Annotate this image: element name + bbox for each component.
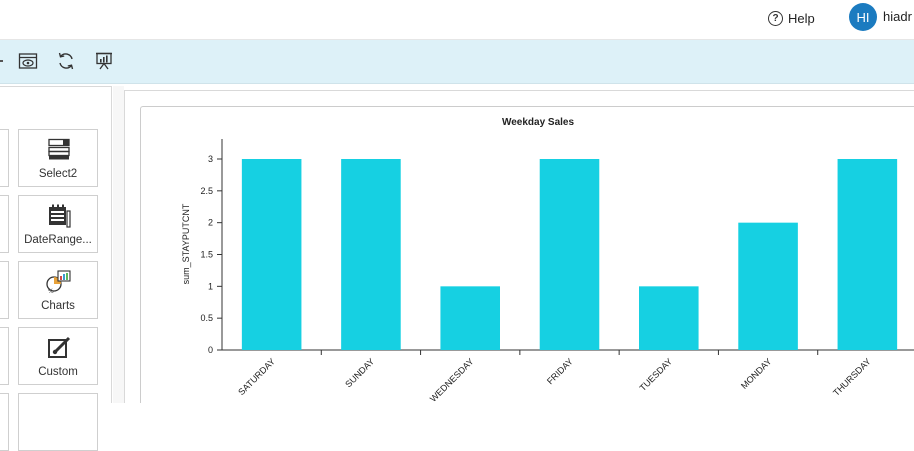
widget-stub[interactable] xyxy=(0,129,9,187)
bar-saturday xyxy=(241,159,302,350)
bar-wednesday xyxy=(440,286,500,350)
y-tick-label: 1.5 xyxy=(200,250,213,260)
widget-custom[interactable]: Custom xyxy=(18,327,98,385)
x-tick-label: SUNDAY xyxy=(343,356,376,389)
widget-daterange[interactable]: DateRange... xyxy=(18,195,98,253)
presentation-chart-icon xyxy=(96,52,112,70)
widget-label: Select2 xyxy=(38,168,78,180)
bar-tuesday xyxy=(639,286,699,350)
y-tick-label: 2 xyxy=(208,218,213,228)
y-tick-label: 1 xyxy=(208,281,213,291)
avatar-initials: HI xyxy=(856,9,870,25)
widget-charts[interactable]: % Charts xyxy=(18,261,98,319)
widget-select2[interactable]: Select2 xyxy=(18,129,98,187)
x-tick-label: WEDNESDAY xyxy=(428,356,476,404)
user-avatar[interactable]: HI xyxy=(849,3,877,31)
y-tick-label: 3 xyxy=(208,154,213,164)
widget-stub[interactable] xyxy=(0,393,9,451)
widget-more[interactable] xyxy=(18,393,98,451)
preview-icon xyxy=(18,53,38,69)
charts-icon: % xyxy=(44,268,74,296)
preview-button[interactable] xyxy=(17,50,39,72)
help-label: Help xyxy=(788,10,815,26)
chart-title: Weekday Sales xyxy=(502,117,575,128)
widget-stub[interactable] xyxy=(0,327,9,385)
refresh-icon xyxy=(58,52,74,70)
x-tick-label: TUESDAY xyxy=(638,356,675,393)
bar-friday xyxy=(539,159,600,350)
x-tick-label: SATURDAY xyxy=(236,356,277,397)
y-tick-label: 0.5 xyxy=(200,313,213,323)
widget-stub[interactable] xyxy=(0,195,9,253)
chart-panel[interactable]: Weekday Sales sum_STAYPUTCNT 0 0.5 1 1.5 2 2.… xyxy=(140,106,914,404)
question-circle-icon: ? xyxy=(768,10,783,26)
y-axis-label: sum_STAYPUTCNT xyxy=(181,203,191,284)
date-range-icon xyxy=(44,202,74,230)
y-tick-label: 2.5 xyxy=(200,186,213,196)
svg-text:%: % xyxy=(48,288,54,295)
custom-edit-icon xyxy=(44,334,74,362)
widget-stub[interactable] xyxy=(0,261,9,319)
select-list-icon xyxy=(44,136,74,164)
x-tick-label: FRIDAY xyxy=(545,356,575,386)
toolbar xyxy=(0,40,914,84)
widget-label: DateRange... xyxy=(24,234,92,246)
toolbar-cut-icon xyxy=(0,60,3,62)
bar-sunday xyxy=(341,159,401,350)
bar-monday xyxy=(738,222,798,350)
top-header: ? Help HI hiadr xyxy=(0,0,914,40)
widget-label: Custom xyxy=(38,366,78,378)
x-tick-label: THURSDAY xyxy=(831,356,873,398)
help-link[interactable]: ? Help xyxy=(768,8,815,28)
x-tick-label: MONDAY xyxy=(739,356,774,391)
presentation-button[interactable] xyxy=(93,50,115,72)
panel-gutter xyxy=(113,86,124,403)
widget-panel: Select2 DateRange... % Charts Custom xyxy=(0,86,112,451)
widget-label: Charts xyxy=(41,300,75,312)
weekday-sales-chart: Weekday Sales sum_STAYPUTCNT 0 0.5 1 1.5 2 2.… xyxy=(181,117,914,404)
username[interactable]: hiadr xyxy=(883,9,912,24)
bar-thursday xyxy=(837,159,898,350)
refresh-button[interactable] xyxy=(55,50,77,72)
y-tick-label: 0 xyxy=(208,345,213,355)
